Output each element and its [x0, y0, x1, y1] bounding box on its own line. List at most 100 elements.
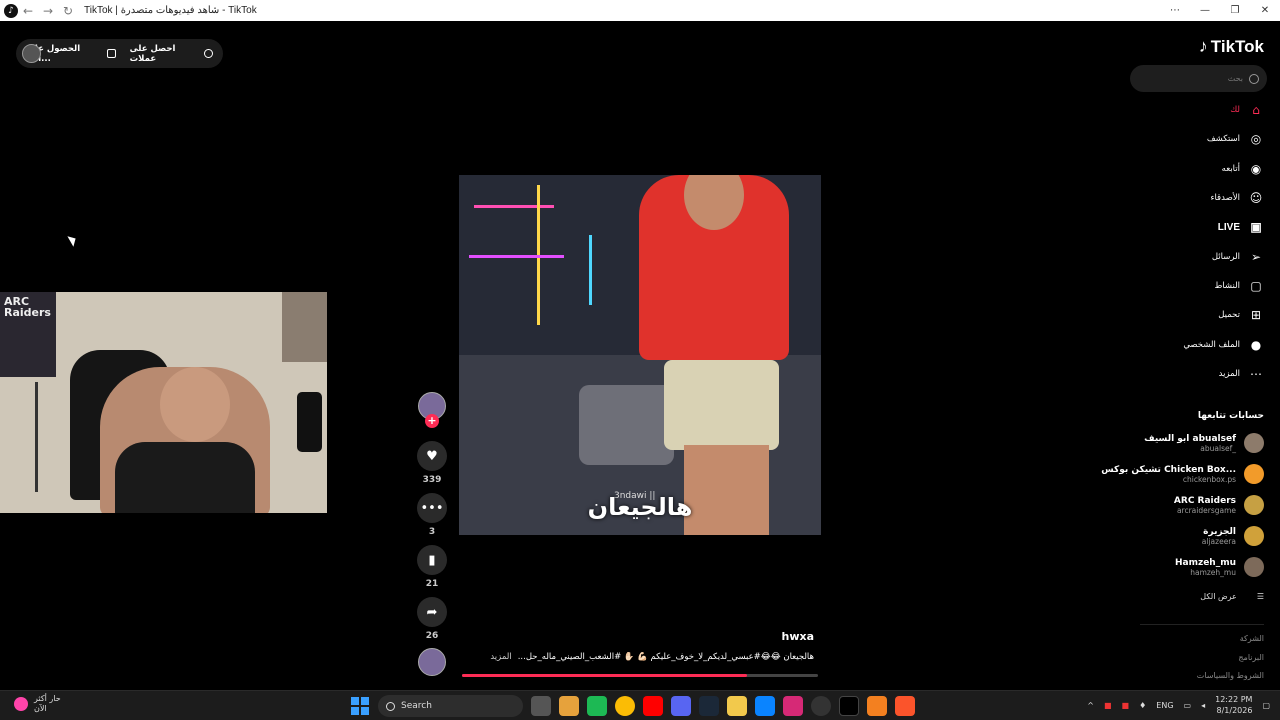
- sidebar-item-label: النشاط: [1214, 281, 1240, 291]
- youtube-icon[interactable]: [643, 696, 663, 716]
- notification-icon[interactable]: ▢: [1262, 701, 1270, 710]
- sidebar-item-label: المزيد: [1218, 369, 1240, 379]
- sidebar-item-friends[interactable]: الأصدقاء ☺: [1210, 190, 1264, 206]
- following-account[interactable]: ابو السيف abualsef abualsef_: [1144, 433, 1264, 453]
- comment-button[interactable]: ••• 3: [417, 493, 447, 537]
- discord-icon[interactable]: [671, 696, 691, 716]
- windows-taskbar: حار أكثر الآن Search ^ ■ ■ ♦ ENG ▭ ◂ 12:…: [0, 690, 1280, 720]
- file-explorer-icon[interactable]: [727, 696, 747, 716]
- app-green-icon[interactable]: [587, 696, 607, 716]
- following-account[interactable]: Hamzeh_mu hamzeh_mu: [1175, 557, 1264, 577]
- search-input[interactable]: [1138, 74, 1243, 83]
- footer-company-link[interactable]: الشركة: [1240, 634, 1264, 643]
- following-account[interactable]: الجزيرة aljazeera: [1202, 526, 1264, 546]
- save-button[interactable]: ▮ 21: [417, 545, 447, 589]
- tray-app-icon[interactable]: ■: [1104, 701, 1112, 710]
- neon-light: [474, 205, 554, 208]
- webcam-overlay: ARC Raiders: [0, 292, 327, 513]
- steam-icon[interactable]: [699, 696, 719, 716]
- search-icon: [386, 701, 395, 711]
- minimize-button[interactable]: —: [1190, 0, 1220, 21]
- back-icon[interactable]: ←: [18, 4, 38, 18]
- taskbar-search[interactable]: Search: [378, 695, 523, 717]
- account-username: abualsef_: [1200, 443, 1236, 453]
- chrome-icon[interactable]: [615, 696, 635, 716]
- sidebar-item-more[interactable]: المزيد ⋯: [1219, 366, 1264, 382]
- user-avatar[interactable]: [22, 44, 41, 63]
- wall-poster: [282, 292, 327, 362]
- weather-widget[interactable]: حار أكثر الآن: [14, 694, 61, 714]
- account-avatar: [1244, 526, 1264, 546]
- language-indicator[interactable]: ENG: [1156, 701, 1173, 710]
- chevron-up-icon[interactable]: ^: [1087, 701, 1094, 710]
- sidebar-item-chat[interactable]: النشاط ▢: [1214, 278, 1264, 294]
- start-button[interactable]: [350, 696, 370, 716]
- sidebar-item-label: تحميل: [1218, 310, 1240, 320]
- sidebar-item-send[interactable]: الرسائل ➢: [1212, 249, 1264, 265]
- comment-icon: •••: [417, 493, 447, 523]
- forward-icon[interactable]: →: [38, 4, 58, 18]
- music-disc-avatar[interactable]: [418, 648, 446, 676]
- live-icon: ▣: [1250, 220, 1262, 234]
- app-blue-icon[interactable]: [755, 696, 775, 716]
- upload-icon: ⊞: [1250, 308, 1262, 322]
- sidebar-item-compass[interactable]: استكشف ◎: [1207, 131, 1264, 147]
- mic-icon[interactable]: ♦: [1139, 701, 1146, 710]
- tiktok-taskbar-icon[interactable]: [839, 696, 859, 716]
- mouse-cursor: [67, 233, 79, 247]
- brave-icon[interactable]: [895, 696, 915, 716]
- reload-icon[interactable]: ↻: [58, 4, 78, 18]
- see-all-button[interactable]: عرض الكل ☰: [1200, 592, 1264, 601]
- video-username[interactable]: hwxa: [462, 630, 814, 643]
- sidebar-item-label: الأصدقاء: [1210, 193, 1240, 203]
- account-username: hamzeh_mu: [1190, 567, 1236, 577]
- send-icon: ➢: [1250, 250, 1262, 264]
- like-button[interactable]: ♥ 339: [417, 441, 447, 485]
- sidebar-item-following[interactable]: أتابعه ◉: [1222, 161, 1264, 177]
- weather-line2: الآن: [34, 704, 47, 713]
- share-icon: ➦: [417, 597, 447, 627]
- settings-icon[interactable]: [811, 696, 831, 716]
- tiktok-favicon-icon: ♪: [4, 3, 18, 18]
- video-progress-bar[interactable]: [462, 674, 818, 677]
- close-button[interactable]: ✕: [1250, 0, 1280, 21]
- browser-menu-button[interactable]: ⋯: [1160, 0, 1190, 21]
- volume-icon[interactable]: ◂: [1201, 701, 1205, 710]
- tiktok-logo[interactable]: ♪ TikTok: [1199, 36, 1264, 57]
- sidebar-item-live[interactable]: LIVE ▣: [1218, 219, 1264, 235]
- footer-terms-link[interactable]: الشروط والسياسات: [1197, 671, 1264, 680]
- following-account[interactable]: ARC Raiders arcraidersgame: [1174, 495, 1264, 515]
- see-all-label: عرض الكل: [1200, 592, 1237, 601]
- restore-button[interactable]: ❐: [1220, 0, 1250, 21]
- get-coins-button[interactable]: احصل على عملات: [130, 44, 213, 64]
- video-player[interactable]: 3ndawi || هالجيعان: [459, 175, 821, 535]
- follow-plus-button[interactable]: +: [425, 414, 439, 428]
- top-action-pill: الحصول على الت... احصل على عملات: [16, 39, 223, 68]
- sidebar-item-upload[interactable]: تحميل ⊞: [1218, 307, 1264, 323]
- taskbar-search-label: Search: [401, 701, 432, 711]
- search-icon[interactable]: [1249, 73, 1259, 84]
- tray-app-icon[interactable]: ■: [1122, 701, 1130, 710]
- following-account[interactable]: تشيكن بوكس Chicken Box... chickenbox.ps: [1101, 464, 1264, 484]
- instagram-icon[interactable]: [783, 696, 803, 716]
- friends-icon: ☺: [1249, 191, 1263, 205]
- video-person-shorts: [664, 360, 779, 450]
- footer-program-link[interactable]: البرنامج: [1238, 653, 1264, 662]
- sidebar-item-home[interactable]: لك ⌂: [1230, 102, 1264, 118]
- sidebar-item-profile[interactable]: الملف الشخصي ●: [1183, 337, 1264, 353]
- windows-icon: [351, 697, 369, 715]
- account-username: chickenbox.ps: [1182, 474, 1236, 484]
- video-person-legs: [684, 445, 769, 535]
- network-icon[interactable]: ▭: [1184, 701, 1192, 710]
- like-count: 339: [422, 475, 442, 485]
- store-icon[interactable]: [559, 696, 579, 716]
- sidebar: ♪ TikTok لك ⌂ استكشف ◎ أتابعه ◉ الأصدقاء ☺ LIVE ▣…: [1101, 32, 1280, 692]
- task-view-icon[interactable]: [531, 696, 551, 716]
- account-name: تشيكن بوكس Chicken Box...: [1101, 464, 1236, 475]
- clock[interactable]: 12:22 PM 8/1/2026: [1215, 694, 1252, 716]
- cloud-icon[interactable]: [867, 696, 887, 716]
- save-count: 21: [425, 579, 439, 589]
- more-link[interactable]: المزيد: [490, 652, 511, 662]
- share-button[interactable]: ➦ 26: [417, 597, 447, 641]
- clock-time: 12:22 PM: [1215, 695, 1253, 704]
